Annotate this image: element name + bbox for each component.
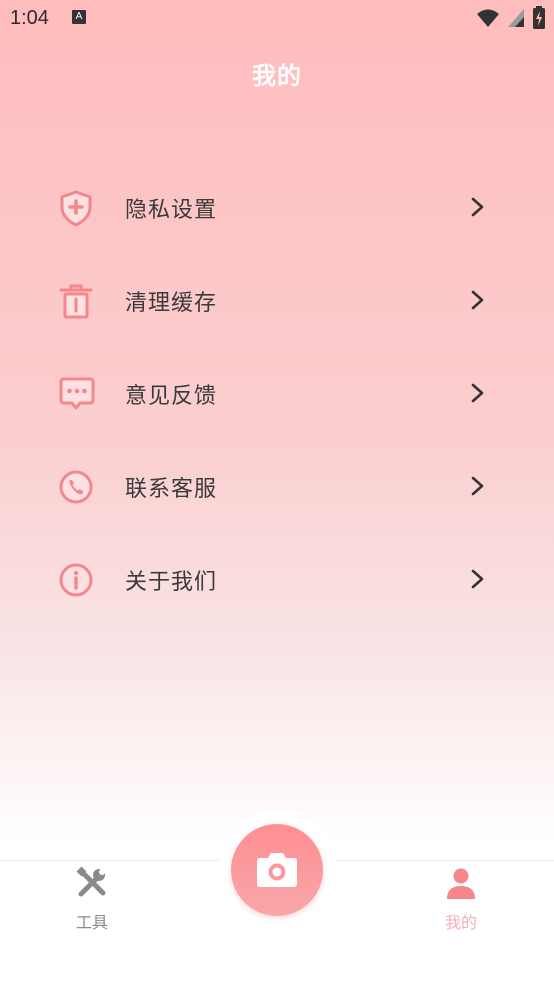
menu-item-feedback[interactable]: 意见反馈 bbox=[0, 346, 554, 438]
tab-tools-label: 工具 bbox=[75, 913, 108, 932]
chevron-right-icon bbox=[471, 569, 484, 589]
menu-item-contact-support[interactable]: 联系客服 bbox=[0, 439, 554, 531]
chat-bubble-icon bbox=[59, 377, 95, 410]
chevron-right-icon bbox=[471, 197, 484, 217]
camera-icon bbox=[257, 853, 297, 887]
signal-icon bbox=[508, 9, 524, 27]
chevron-right-icon bbox=[471, 476, 484, 496]
trash-icon bbox=[59, 284, 93, 319]
status-bar: 1:04 A bbox=[0, 0, 554, 38]
menu-item-clear-cache[interactable]: 清理缓存 bbox=[0, 253, 554, 345]
tab-tools[interactable]: 工具 bbox=[32, 861, 152, 941]
camera-button[interactable] bbox=[231, 824, 323, 916]
menu-item-about-us[interactable]: 关于我们 bbox=[0, 532, 554, 624]
menu-item-label: 关于我们 bbox=[125, 570, 218, 595]
info-icon bbox=[59, 563, 93, 597]
phone-icon bbox=[59, 470, 93, 504]
menu-item-label: 意见反馈 bbox=[125, 384, 218, 409]
menu-item-privacy-settings[interactable]: 隐私设置 bbox=[0, 160, 554, 252]
shield-plus-icon bbox=[60, 190, 92, 227]
battery-icon bbox=[533, 6, 545, 29]
menu-item-label: 隐私设置 bbox=[125, 198, 218, 223]
chevron-right-icon bbox=[471, 383, 484, 403]
tab-mine-label: 我的 bbox=[444, 913, 477, 932]
menu-item-label: 清理缓存 bbox=[125, 291, 218, 316]
tab-mine[interactable]: 我的 bbox=[401, 861, 521, 941]
menu-item-label: 联系客服 bbox=[125, 477, 218, 502]
status-icons bbox=[476, 6, 546, 30]
tools-icon bbox=[76, 866, 106, 897]
chevron-right-icon bbox=[471, 290, 484, 310]
page-title: 我的 bbox=[252, 62, 302, 90]
status-time: 1:04 bbox=[10, 7, 49, 29]
notification-a-icon: A bbox=[72, 10, 86, 24]
person-icon bbox=[447, 868, 475, 899]
wifi-icon bbox=[477, 9, 499, 27]
